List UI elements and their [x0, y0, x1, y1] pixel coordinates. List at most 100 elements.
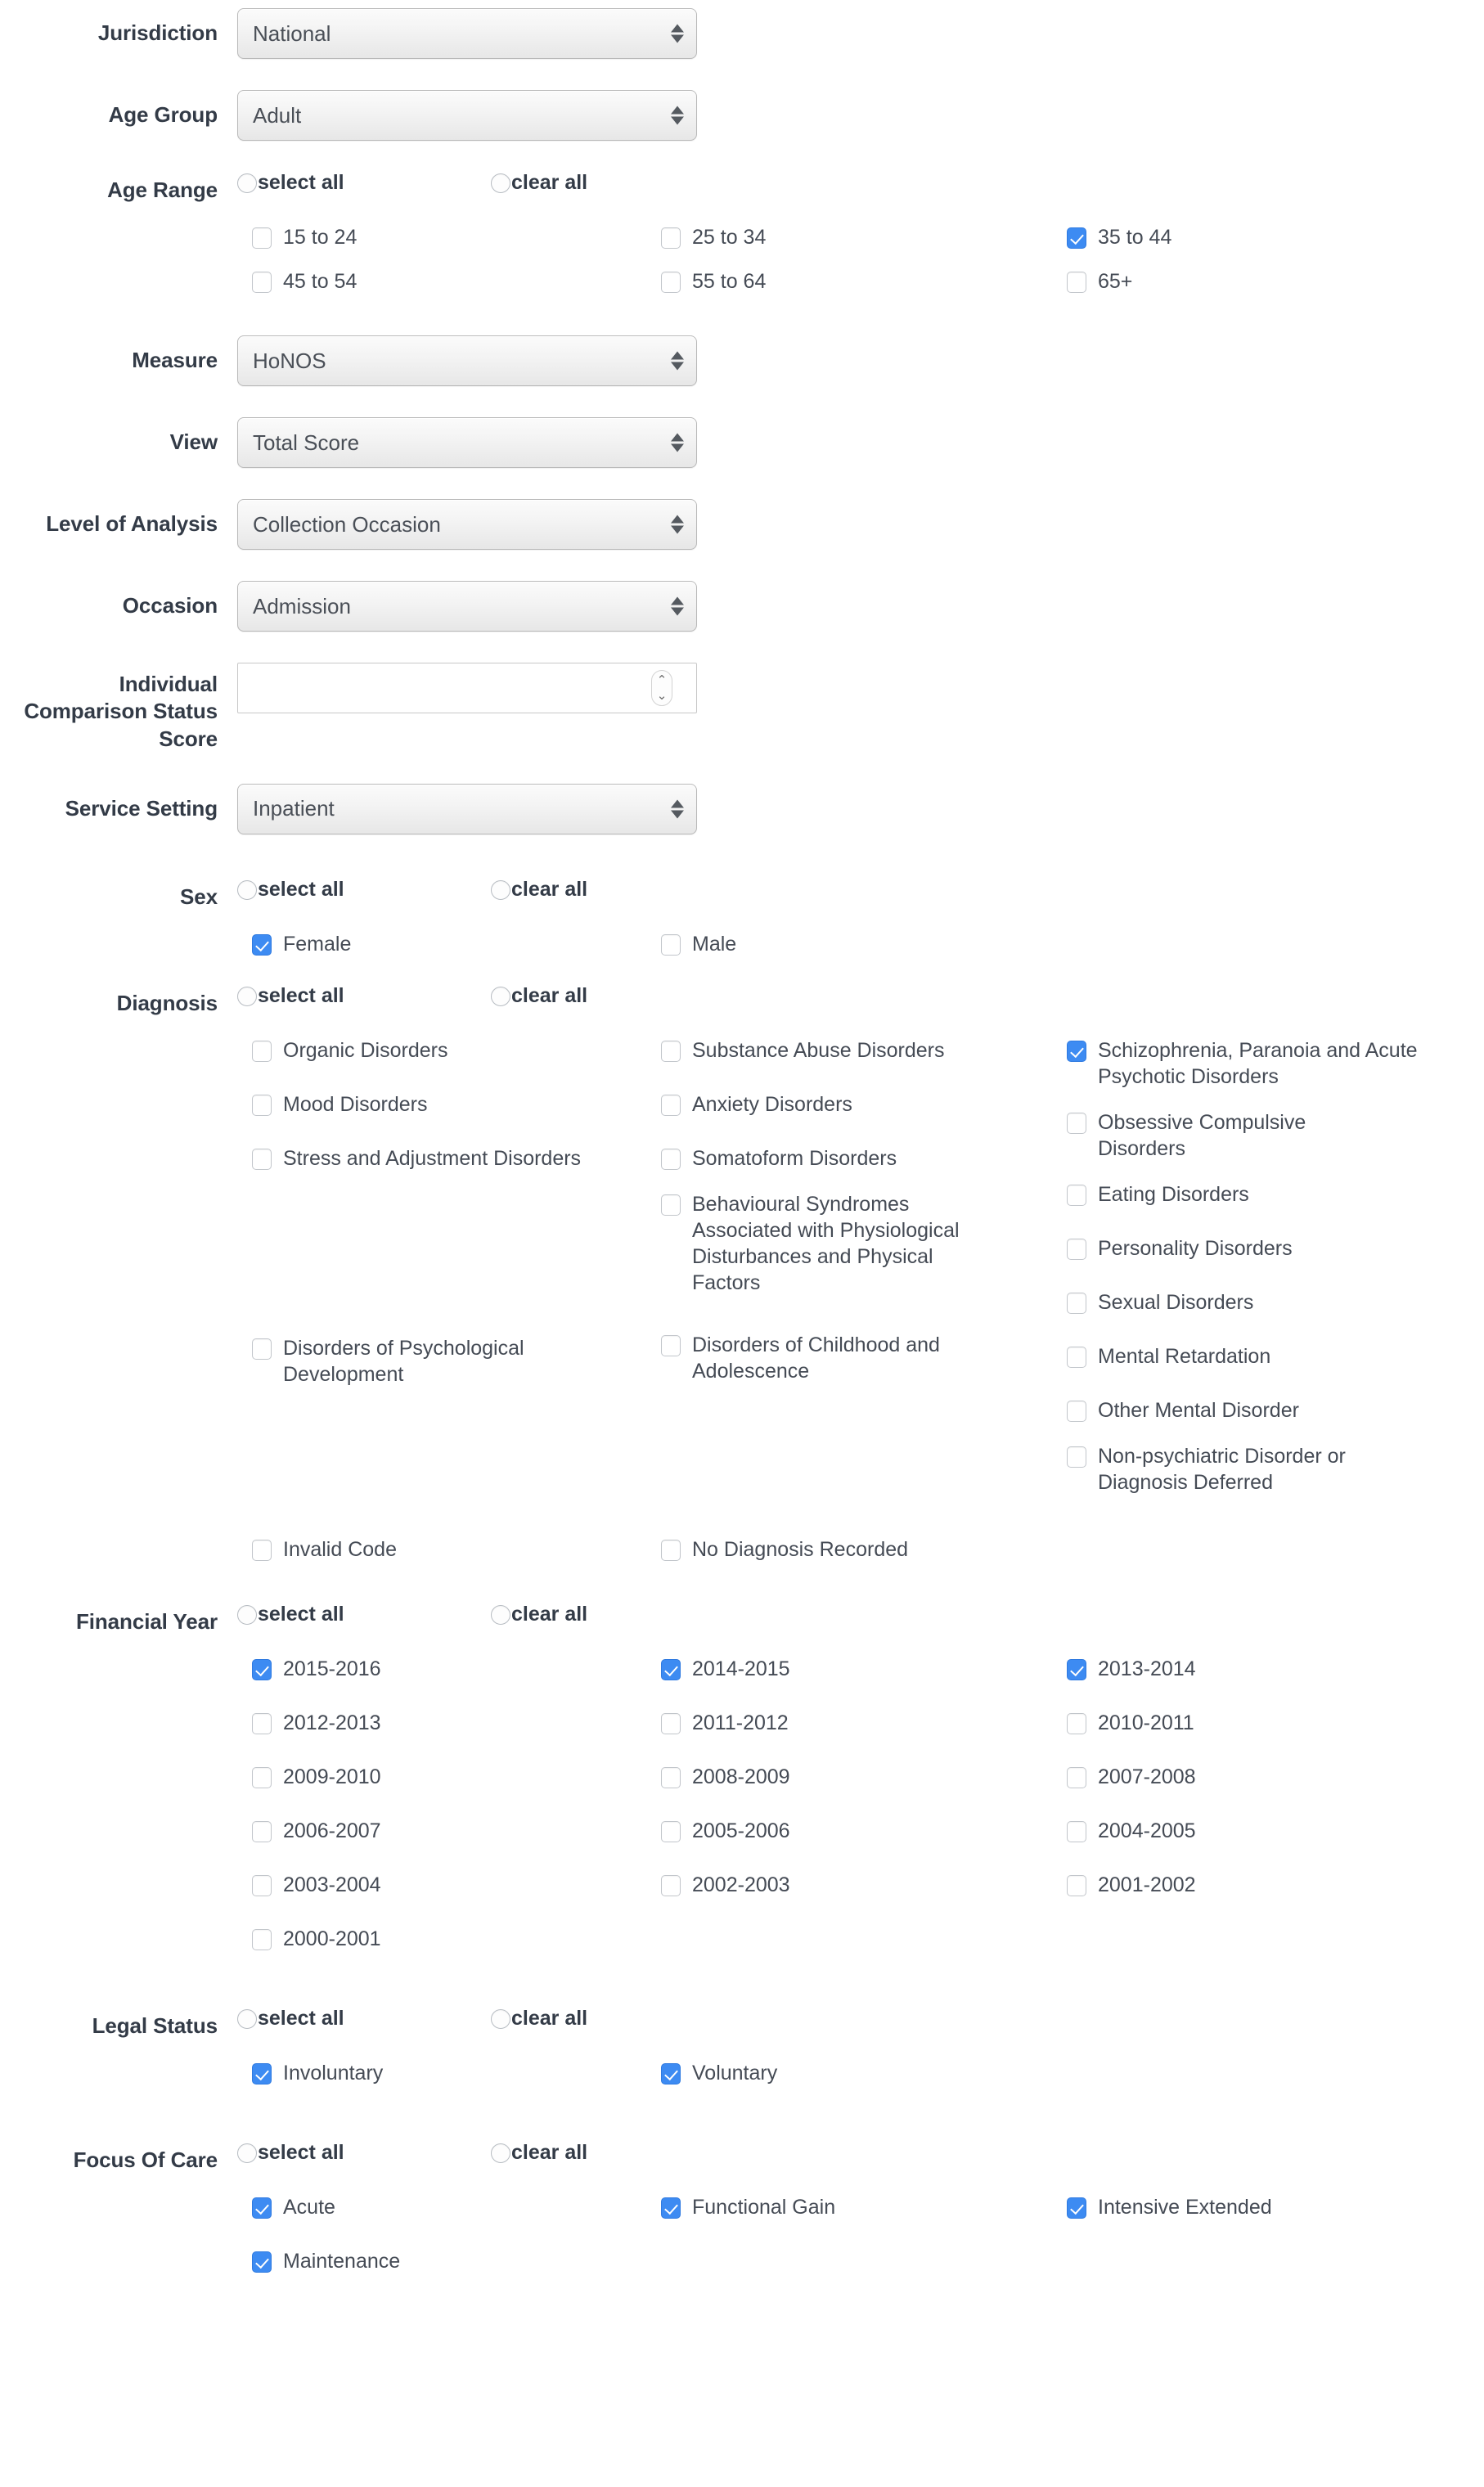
- checkbox-icon[interactable]: [661, 1040, 681, 1062]
- checkbox-icon[interactable]: [1067, 2197, 1086, 2219]
- checkbox-item[interactable]: Functional Gain: [661, 2194, 1067, 2220]
- checkbox-item[interactable]: Mood Disorders: [252, 1091, 661, 1118]
- checkbox-item[interactable]: Maintenance: [252, 2248, 661, 2274]
- checkbox-icon[interactable]: [252, 1040, 272, 1062]
- sex-clear-all[interactable]: clear all: [491, 878, 744, 902]
- checkbox-icon[interactable]: [252, 2062, 272, 2084]
- checkbox-item[interactable]: Obsessive Compulsive Disorders: [1067, 1109, 1468, 1162]
- checkbox-icon[interactable]: [252, 1539, 272, 1561]
- checkbox-icon[interactable]: [252, 1338, 272, 1360]
- checkbox-item[interactable]: Somatoform Disorders: [661, 1145, 1067, 1172]
- checkbox-item[interactable]: Mental Retardation: [1067, 1343, 1468, 1369]
- diagnosis-clear-all[interactable]: clear all: [491, 984, 744, 1008]
- checkbox-icon[interactable]: [252, 227, 272, 249]
- checkbox-icon[interactable]: [661, 227, 681, 249]
- checkbox-icon[interactable]: [252, 272, 272, 293]
- checkbox-icon[interactable]: [252, 1712, 272, 1734]
- checkbox-icon[interactable]: [252, 1928, 272, 1950]
- occasion-select[interactable]: Admission: [237, 581, 697, 632]
- age-range-select-all[interactable]: select all: [237, 171, 491, 195]
- checkbox-item[interactable]: 2005-2006: [661, 1818, 1067, 1844]
- checkbox-icon[interactable]: [1067, 1112, 1086, 1134]
- checkbox-icon[interactable]: [252, 1658, 272, 1680]
- checkbox-icon[interactable]: [252, 1148, 272, 1170]
- focus-of-care-clear-all[interactable]: clear all: [491, 2141, 744, 2165]
- checkbox-item[interactable]: Invalid Code: [252, 1536, 661, 1563]
- checkbox-icon[interactable]: [252, 933, 272, 956]
- checkbox-icon[interactable]: [1067, 1292, 1086, 1314]
- checkbox-item[interactable]: Disorders of Psychological Development: [252, 1335, 661, 1387]
- checkbox-item[interactable]: Substance Abuse Disorders: [661, 1037, 1067, 1064]
- checkbox-icon[interactable]: [1067, 272, 1086, 293]
- jurisdiction-select[interactable]: National: [237, 8, 697, 59]
- checkbox-item[interactable]: 55 to 64: [661, 268, 1067, 295]
- sex-select-all[interactable]: select all: [237, 878, 491, 902]
- checkbox-item[interactable]: 2008-2009: [661, 1764, 1067, 1790]
- checkbox-item[interactable]: No Diagnosis Recorded: [661, 1536, 1067, 1563]
- checkbox-icon[interactable]: [661, 933, 681, 956]
- financial-year-select-all[interactable]: select all: [237, 1603, 491, 1626]
- checkbox-item[interactable]: Voluntary: [661, 2060, 1067, 2086]
- level-of-analysis-select[interactable]: Collection Occasion: [237, 499, 697, 550]
- checkbox-item[interactable]: 2007-2008: [1067, 1764, 1468, 1790]
- checkbox-item[interactable]: Organic Disorders: [252, 1037, 661, 1064]
- checkbox-item[interactable]: Sexual Disorders: [1067, 1289, 1468, 1315]
- checkbox-item[interactable]: 2001-2002: [1067, 1872, 1468, 1898]
- checkbox-icon[interactable]: [661, 2197, 681, 2219]
- checkbox-icon[interactable]: [1067, 1766, 1086, 1788]
- checkbox-item[interactable]: Non-psychiatric Disorder or Diagnosis De…: [1067, 1443, 1468, 1495]
- checkbox-icon[interactable]: [661, 1820, 681, 1842]
- checkbox-icon[interactable]: [252, 2251, 272, 2273]
- checkbox-item[interactable]: Disorders of Childhood and Adolescence: [661, 1332, 1067, 1384]
- checkbox-item[interactable]: Stress and Adjustment Disorders: [252, 1145, 661, 1172]
- checkbox-item[interactable]: 25 to 34: [661, 224, 1067, 250]
- checkbox-icon[interactable]: [1067, 1040, 1086, 1062]
- checkbox-item[interactable]: 2009-2010: [252, 1764, 661, 1790]
- checkbox-item[interactable]: 15 to 24: [252, 224, 661, 250]
- checkbox-item[interactable]: 2013-2014: [1067, 1656, 1468, 1682]
- number-spinner-icon[interactable]: ⌃ ⌄: [651, 670, 672, 706]
- checkbox-icon[interactable]: [661, 1539, 681, 1561]
- checkbox-item[interactable]: 2000-2001: [252, 1926, 661, 1952]
- checkbox-icon[interactable]: [661, 2062, 681, 2084]
- checkbox-item[interactable]: 2015-2016: [252, 1656, 661, 1682]
- checkbox-icon[interactable]: [661, 1874, 681, 1896]
- checkbox-item[interactable]: Intensive Extended: [1067, 2194, 1468, 2220]
- age-group-select[interactable]: Adult: [237, 90, 697, 141]
- checkbox-icon[interactable]: [1067, 1446, 1086, 1468]
- financial-year-clear-all[interactable]: clear all: [491, 1603, 744, 1626]
- view-select[interactable]: Total Score: [237, 417, 697, 468]
- legal-status-clear-all[interactable]: clear all: [491, 2007, 744, 2031]
- checkbox-item[interactable]: Acute: [252, 2194, 661, 2220]
- checkbox-item[interactable]: 45 to 54: [252, 268, 661, 295]
- checkbox-icon[interactable]: [1067, 1874, 1086, 1896]
- checkbox-icon[interactable]: [1067, 1712, 1086, 1734]
- checkbox-item[interactable]: Eating Disorders: [1067, 1181, 1468, 1208]
- chevron-down-icon[interactable]: ⌄: [657, 690, 668, 702]
- checkbox-item[interactable]: Other Mental Disorder: [1067, 1397, 1468, 1423]
- checkbox-item[interactable]: Female: [252, 931, 661, 957]
- checkbox-icon[interactable]: [1067, 1238, 1086, 1260]
- legal-status-select-all[interactable]: select all: [237, 2007, 491, 2031]
- checkbox-item[interactable]: Schizophrenia, Paranoia and Acute Psycho…: [1067, 1037, 1468, 1090]
- checkbox-icon[interactable]: [1067, 1184, 1086, 1206]
- checkbox-item[interactable]: 2010-2011: [1067, 1710, 1468, 1736]
- checkbox-item[interactable]: 35 to 44: [1067, 224, 1468, 250]
- checkbox-icon[interactable]: [252, 1874, 272, 1896]
- focus-of-care-select-all[interactable]: select all: [237, 2141, 491, 2165]
- checkbox-item[interactable]: Personality Disorders: [1067, 1235, 1468, 1261]
- checkbox-item[interactable]: Involuntary: [252, 2060, 661, 2086]
- checkbox-icon[interactable]: [661, 1194, 681, 1216]
- checkbox-icon[interactable]: [252, 1820, 272, 1842]
- diagnosis-select-all[interactable]: select all: [237, 984, 491, 1008]
- checkbox-icon[interactable]: [252, 1094, 272, 1116]
- checkbox-item[interactable]: 2006-2007: [252, 1818, 661, 1844]
- checkbox-icon[interactable]: [1067, 1658, 1086, 1680]
- checkbox-item[interactable]: 2012-2013: [252, 1710, 661, 1736]
- checkbox-item[interactable]: 2002-2003: [661, 1872, 1067, 1898]
- checkbox-icon[interactable]: [1067, 1346, 1086, 1368]
- checkbox-item[interactable]: 2014-2015: [661, 1656, 1067, 1682]
- checkbox-item[interactable]: 2004-2005: [1067, 1818, 1468, 1844]
- checkbox-icon[interactable]: [661, 1148, 681, 1170]
- checkbox-item[interactable]: 65+: [1067, 268, 1468, 295]
